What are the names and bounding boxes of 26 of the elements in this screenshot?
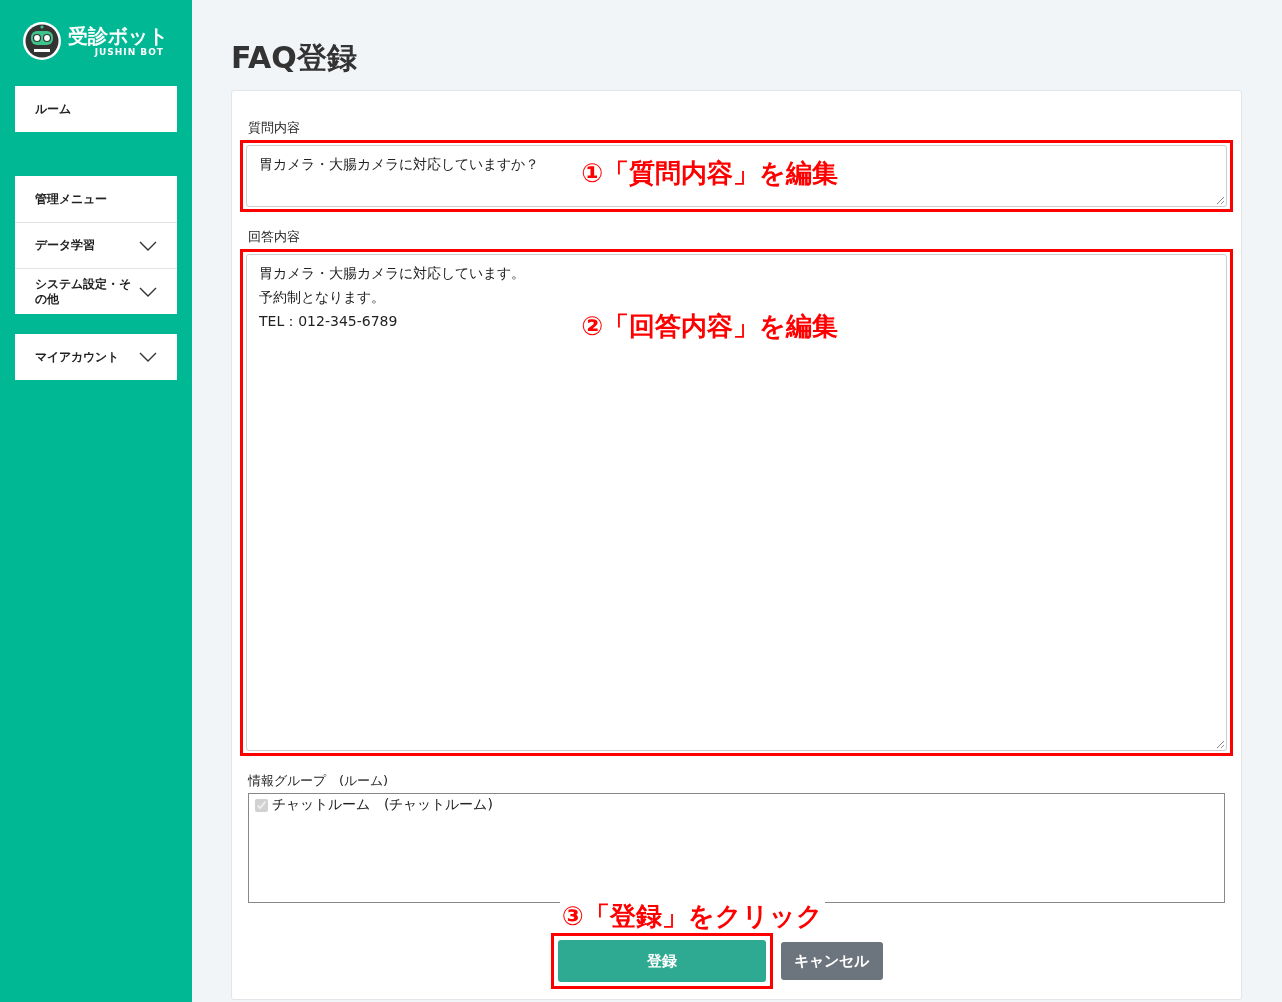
text-line: 胃カメラ・大腸カメラに対応しています。 (259, 264, 525, 283)
resize-grip-icon (1217, 197, 1224, 204)
annotation-text: ③「登録」をクリック (559, 900, 825, 932)
text-line: 予約制となります。 (259, 288, 385, 307)
field-label: 回答内容 (248, 228, 300, 246)
sidebar-item[interactable]: データ学習 (15, 222, 177, 268)
logo-title: 受診ボット (68, 25, 168, 47)
field-label: 情報グループ (ルーム) (248, 772, 389, 790)
sidebar-item[interactable]: マイアカウント (15, 334, 177, 380)
text-line: TEL：012-345-6789 (259, 312, 398, 331)
chevron-down-icon (139, 286, 157, 297)
resize-grip-icon (1217, 741, 1224, 748)
option-label: チャットルーム (チャットルーム) (272, 796, 493, 814)
text-line: 胃カメラ・大腸カメラに対応していますか？ (259, 155, 539, 174)
chevron-down-icon (139, 240, 157, 251)
sidebar-item[interactable]: 管理メニュー (15, 176, 177, 222)
annotation-text: ②「回答内容」を編集 (581, 310, 838, 342)
field-label: 質問内容 (248, 119, 300, 137)
annotation-text: ①「質問内容」を編集 (581, 157, 838, 189)
page-title: FAQ登録 (231, 39, 358, 77)
sidebar-item[interactable]: ルーム (15, 86, 177, 132)
logo-subtitle: JUSHIN BOT (94, 47, 165, 57)
chevron-down-icon (139, 352, 157, 362)
robot-logo-icon (22, 21, 62, 61)
cancel-button[interactable]: キャンセル (780, 942, 883, 980)
sidebar-item[interactable]: システム設定・その他 (15, 268, 177, 314)
